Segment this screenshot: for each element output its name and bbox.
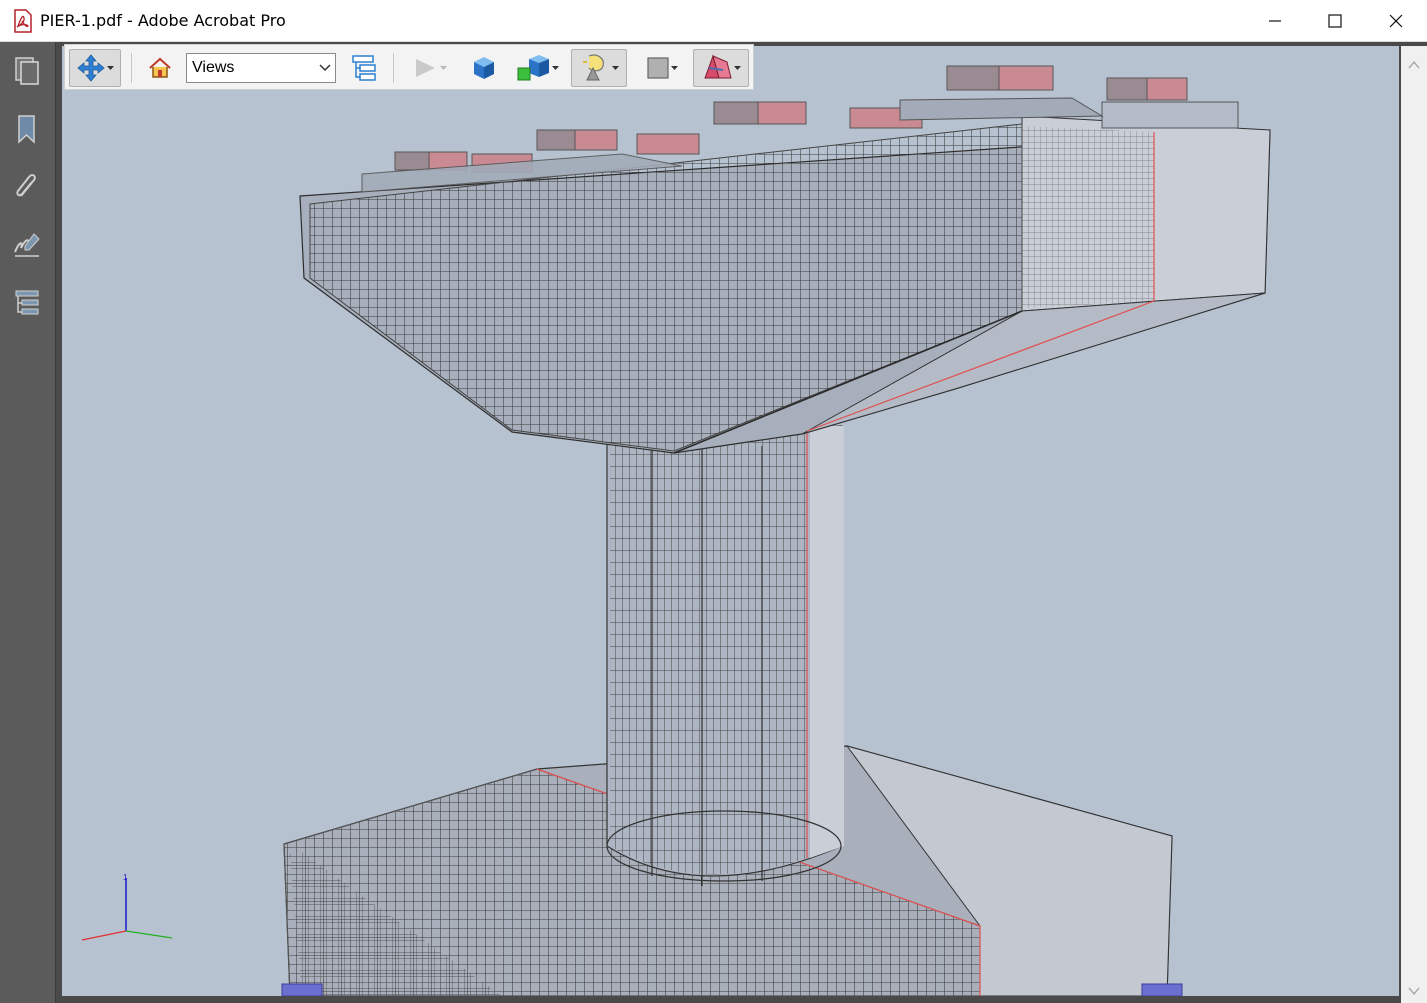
window-title: PIER-1.pdf - Adobe Acrobat Pro <box>40 11 286 30</box>
bookmark-icon <box>18 115 35 144</box>
cross-section-button[interactable] <box>693 49 749 87</box>
model-tree-button[interactable] <box>10 286 44 320</box>
chevron-down-icon <box>611 65 619 70</box>
vertical-scrollbar[interactable] <box>1401 46 1427 1003</box>
cube-icon <box>474 57 494 79</box>
maximize-button[interactable] <box>1305 0 1365 42</box>
views-select[interactable]: Views <box>186 53 336 83</box>
close-button[interactable] <box>1366 0 1426 42</box>
lighting-dropdown[interactable] <box>611 49 619 87</box>
lamp-icon <box>583 54 604 81</box>
pages-icon <box>15 57 39 85</box>
model-tree-icon <box>15 290 39 315</box>
minimize-button[interactable] <box>1245 0 1305 42</box>
toolbar-separator <box>131 53 132 83</box>
chevron-up-icon <box>1408 60 1420 69</box>
close-icon <box>1389 14 1403 28</box>
3d-viewport[interactable]: 1 <box>62 46 1399 996</box>
signature-icon <box>14 233 40 257</box>
default-view-button[interactable] <box>145 49 175 87</box>
rotate-pan-dropdown[interactable] <box>106 49 114 87</box>
move-arrows-icon <box>77 54 105 82</box>
paperclip-icon <box>16 174 36 197</box>
views-select-value: Views <box>192 59 235 76</box>
cross-section-dropdown[interactable] <box>733 49 741 87</box>
lighting-button[interactable] <box>571 49 627 87</box>
page-thumbnails-button[interactable] <box>10 54 44 88</box>
render-mode-button[interactable] <box>511 49 563 87</box>
chevron-down-icon <box>670 65 678 70</box>
title-bar: PIER-1.pdf - Adobe Acrobat Pro <box>0 0 1427 42</box>
3d-model-pier[interactable]: 1 <box>62 46 1399 996</box>
background-color-dropdown[interactable] <box>670 49 678 87</box>
color-swatch-icon <box>647 57 669 79</box>
play-icon <box>416 59 435 77</box>
toggle-model-tree-button[interactable] <box>347 49 381 87</box>
toolbar-separator <box>393 53 394 83</box>
scroll-up-button[interactable] <box>1407 58 1421 72</box>
render-mode-dropdown[interactable] <box>551 49 559 87</box>
bookmarks-button[interactable] <box>10 112 44 146</box>
signatures-button[interactable] <box>10 228 44 262</box>
chevron-down-icon <box>733 65 741 70</box>
background-color-button[interactable] <box>639 49 685 87</box>
play-animation-button[interactable] <box>407 49 453 87</box>
play-animation-dropdown[interactable] <box>439 49 447 87</box>
scroll-down-button[interactable] <box>1407 984 1421 998</box>
chevron-down-icon <box>551 65 559 70</box>
3d-toolbar: Views <box>64 44 754 90</box>
cross-section-icon <box>704 54 732 79</box>
model-tree-icon <box>352 55 376 81</box>
navigation-pane <box>0 42 56 1003</box>
axis-triad: 1 <box>81 873 173 941</box>
chevron-down-icon <box>1408 987 1420 996</box>
attachments-button[interactable] <box>10 170 44 204</box>
rotate-pan-tool-button[interactable] <box>69 49 121 87</box>
chevron-down-icon <box>439 65 447 70</box>
minimize-icon <box>1269 20 1281 22</box>
render-cube-icon <box>517 55 549 81</box>
axis-triad-label: 1 <box>123 873 128 882</box>
chevron-down-icon <box>319 64 331 72</box>
home-icon <box>149 57 171 78</box>
acrobat-pdf-icon <box>12 9 34 33</box>
maximize-icon <box>1328 14 1342 28</box>
chevron-down-icon <box>106 65 114 70</box>
projection-button[interactable] <box>467 49 501 87</box>
